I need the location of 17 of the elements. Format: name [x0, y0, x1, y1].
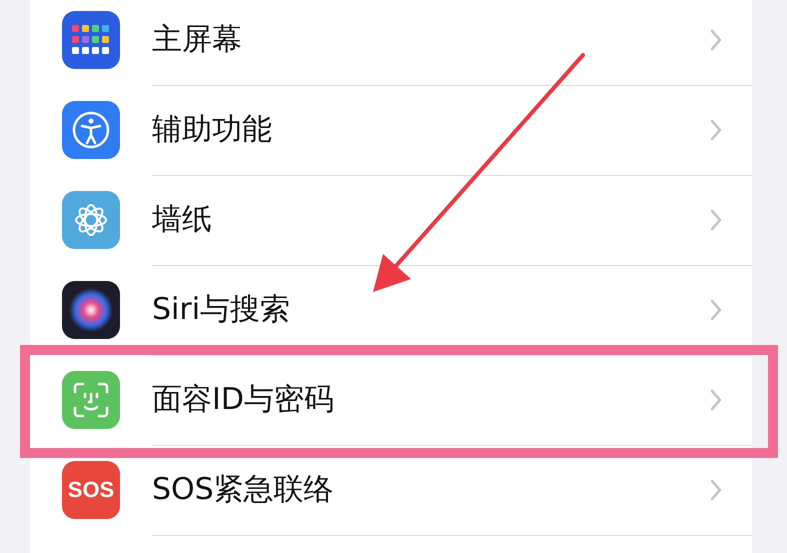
row-label: 面容ID与密码: [152, 381, 334, 419]
chevron-icon: [710, 298, 722, 320]
row-label: Siri与搜索: [152, 291, 290, 329]
row-label: 主屏幕: [152, 21, 242, 59]
app-grid-icon: [71, 24, 111, 56]
row-label: 辅助功能: [152, 111, 272, 149]
siri-orb-icon: [67, 286, 115, 334]
sos-icon: SOS: [68, 477, 114, 503]
chevron-icon: [710, 28, 722, 50]
chevron-icon: [710, 208, 722, 230]
chevron-icon: [710, 478, 722, 500]
chevron-icon: [710, 118, 722, 140]
accessibility-icon: [71, 110, 111, 150]
face-id-icon: [71, 380, 111, 420]
row-label: SOS紧急联络: [152, 471, 334, 509]
row-label: 墙纸: [152, 201, 212, 239]
chevron-icon: [710, 388, 722, 410]
